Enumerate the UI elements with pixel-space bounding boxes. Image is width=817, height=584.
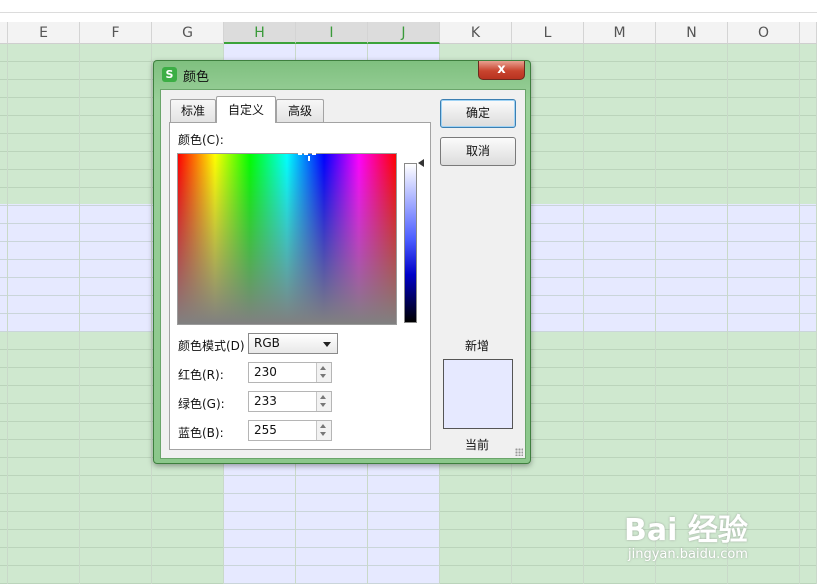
column-cells[interactable] <box>0 44 8 584</box>
luminance-slider[interactable] <box>404 163 417 323</box>
color-mode-value: RGB <box>254 336 280 350</box>
app-logo-icon: S <box>162 67 177 82</box>
column-header-i[interactable]: I <box>296 22 368 44</box>
color-preview-swatch <box>443 359 513 429</box>
column-header-k[interactable]: K <box>440 22 512 44</box>
green-label: 绿色(G): <box>178 397 225 411</box>
column-cells[interactable] <box>728 44 800 584</box>
arrow-up-icon[interactable] <box>320 366 326 370</box>
blue-input[interactable]: 255 <box>248 420 332 441</box>
column-header-g[interactable]: G <box>152 22 224 44</box>
arrow-down-icon[interactable] <box>320 403 326 407</box>
column-cells[interactable] <box>656 44 728 584</box>
color-dialog: S 颜色 x 标准 自定义 高级 颜色(C): 颜色模式(D) RGB 红色(R… <box>153 60 531 464</box>
blue-label: 蓝色(B): <box>178 426 224 440</box>
column-header-next[interactable] <box>800 22 817 44</box>
red-label: 红色(R): <box>178 368 224 382</box>
red-input[interactable]: 230 <box>248 362 332 383</box>
luminance-arrow-icon[interactable] <box>418 159 424 167</box>
custom-tab-panel: 颜色(C): 颜色模式(D) RGB 红色(R): 230 绿色(G): 233… <box>169 122 431 450</box>
watermark: Bai 经验 jingyan.baidu.com <box>620 505 810 575</box>
column-header-h[interactable]: H <box>224 22 296 44</box>
dialog-title: 颜色 <box>183 70 210 85</box>
color-mode-label: 颜色模式(D) <box>178 339 245 353</box>
arrow-up-icon[interactable] <box>320 395 326 399</box>
column-header-j[interactable]: J <box>368 22 440 44</box>
red-value: 230 <box>254 365 277 379</box>
arrow-down-icon[interactable] <box>320 374 326 378</box>
close-icon: x <box>497 62 506 77</box>
cancel-button[interactable]: 取消 <box>440 137 516 166</box>
current-color-label: 当前 <box>465 438 490 452</box>
blue-value: 255 <box>254 423 277 437</box>
column-header-e[interactable]: E <box>8 22 80 44</box>
green-value: 233 <box>254 394 277 408</box>
color-mode-select[interactable]: RGB <box>248 333 338 354</box>
watermark-url: jingyan.baidu.com <box>628 547 748 562</box>
color-label: 颜色(C): <box>178 133 224 147</box>
column-header-m[interactable]: M <box>584 22 656 44</box>
column-cells[interactable] <box>80 44 152 584</box>
tab-standard[interactable]: 标准 <box>170 99 216 122</box>
watermark-logo: Bai 经验 <box>624 513 748 548</box>
arrow-down-icon[interactable] <box>320 432 326 436</box>
green-input[interactable]: 233 <box>248 391 332 412</box>
toolbar-strip <box>0 0 817 13</box>
column-cells[interactable] <box>8 44 80 584</box>
red-stepper[interactable] <box>316 363 331 382</box>
tab-custom[interactable]: 自定义 <box>216 96 276 123</box>
blue-stepper[interactable] <box>316 421 331 440</box>
column-cells[interactable] <box>584 44 656 584</box>
column-cells[interactable] <box>800 44 817 584</box>
dialog-body: 标准 自定义 高级 颜色(C): 颜色模式(D) RGB 红色(R): 230 <box>160 89 526 459</box>
column-header-l[interactable]: L <box>512 22 584 44</box>
new-color-label: 新增 <box>465 339 490 353</box>
resize-grip-icon[interactable] <box>515 448 523 456</box>
crosshair-icon <box>298 153 322 163</box>
column-header-n[interactable]: N <box>656 22 728 44</box>
ok-button[interactable]: 确定 <box>440 99 516 128</box>
chevron-down-icon <box>323 342 331 347</box>
color-spectrum[interactable] <box>177 153 397 325</box>
arrow-up-icon[interactable] <box>320 424 326 428</box>
tab-advanced[interactable]: 高级 <box>276 99 324 122</box>
green-stepper[interactable] <box>316 392 331 411</box>
column-header-f[interactable]: F <box>80 22 152 44</box>
column-header-blank[interactable] <box>0 22 8 44</box>
close-button[interactable]: x <box>478 61 525 80</box>
column-header-o[interactable]: O <box>728 22 800 44</box>
